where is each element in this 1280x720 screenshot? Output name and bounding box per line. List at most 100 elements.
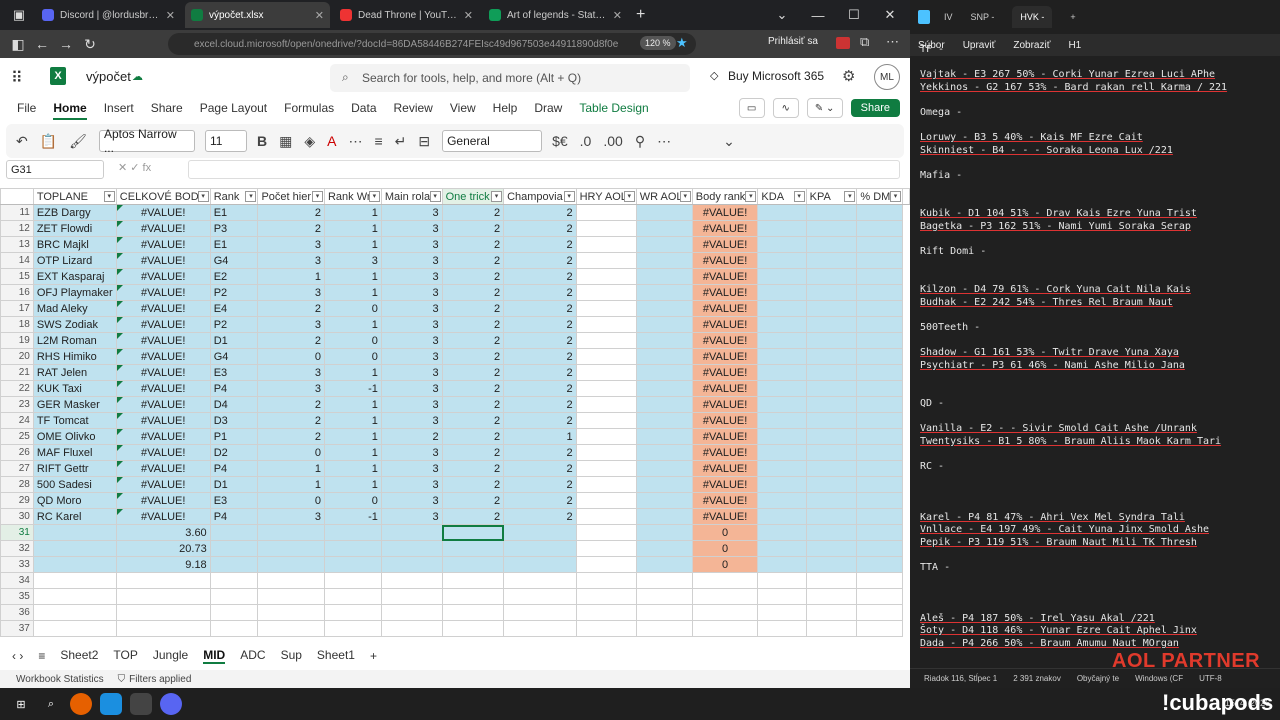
rank-wr-cell[interactable]: 1: [323, 412, 382, 429]
one-trick-cell[interactable]: 2: [441, 236, 505, 253]
rank-points-cell[interactable]: #VALUE!: [691, 316, 759, 333]
column-header[interactable]: Body rank ▾: [691, 188, 759, 205]
conditional-format-icon[interactable]: ⚲: [635, 133, 645, 150]
browser-tab[interactable]: výpočet.xlsx ✕: [185, 2, 330, 28]
fx-icon[interactable]: ✕ ✓ fx: [118, 161, 151, 174]
app-launcher-icon[interactable]: ⠿: [11, 68, 23, 88]
filter-dropdown-icon[interactable]: ▾: [844, 191, 856, 202]
row-number[interactable]: 26: [0, 444, 34, 461]
aol-games-cell[interactable]: [575, 396, 637, 413]
tab-search-icon[interactable]: ⌄: [764, 0, 800, 30]
cell[interactable]: [575, 604, 637, 621]
one-trick-cell[interactable]: 2: [441, 444, 505, 461]
rank-points-cell[interactable]: #VALUE!: [691, 236, 759, 253]
rank-points-cell[interactable]: #VALUE!: [691, 508, 759, 525]
games-count-cell[interactable]: 3: [257, 508, 325, 525]
reload-button[interactable]: ↻: [78, 32, 102, 56]
player-name-cell[interactable]: TF Tomcat: [32, 412, 117, 429]
main-role-cell[interactable]: 3: [380, 396, 443, 413]
aol-wr-cell[interactable]: [635, 316, 693, 333]
champions-cell[interactable]: 2: [503, 332, 577, 349]
rank-cell[interactable]: D1: [209, 476, 259, 493]
aol-wr-cell[interactable]: [635, 332, 693, 349]
cell[interactable]: [209, 620, 259, 637]
total-points-cell[interactable]: #VALUE!: [115, 300, 211, 317]
search-icon[interactable]: ⌕: [40, 693, 62, 715]
gear-icon[interactable]: ⚙: [842, 67, 855, 85]
cell[interactable]: [209, 524, 259, 541]
kda-cell[interactable]: [757, 204, 807, 221]
total-points-cell[interactable]: #VALUE!: [115, 252, 211, 269]
row-number[interactable]: 13: [0, 236, 34, 253]
aol-wr-cell[interactable]: [635, 364, 693, 381]
main-role-cell[interactable]: 3: [380, 508, 443, 525]
main-role-cell[interactable]: 2: [380, 428, 443, 445]
aol-games-cell[interactable]: [575, 220, 637, 237]
one-trick-cell[interactable]: 2: [441, 396, 505, 413]
champions-cell[interactable]: 2: [503, 348, 577, 365]
dmg-cell[interactable]: [856, 492, 903, 509]
cell[interactable]: [856, 620, 903, 637]
total-points-cell[interactable]: #VALUE!: [115, 380, 211, 397]
more-menu-icon[interactable]: ⋯: [886, 34, 899, 50]
new-tab-button[interactable]: +: [1070, 12, 1075, 22]
kpa-cell[interactable]: [805, 444, 858, 461]
main-role-cell[interactable]: 3: [380, 220, 443, 237]
row-number[interactable]: 31: [0, 524, 34, 541]
name-box[interactable]: G31: [6, 160, 104, 179]
browser-tab[interactable]: Discord | @lordusbrutus ✕: [36, 2, 181, 28]
aol-wr-cell[interactable]: [635, 284, 693, 301]
row-number[interactable]: 17: [0, 300, 34, 317]
player-name-cell[interactable]: Mad Aleky: [32, 300, 117, 317]
cell[interactable]: [757, 572, 807, 589]
cell[interactable]: [380, 540, 443, 557]
kda-cell[interactable]: [757, 476, 807, 493]
cell[interactable]: [257, 540, 325, 557]
dmg-cell[interactable]: [856, 396, 903, 413]
cell[interactable]: [575, 620, 637, 637]
dmg-cell[interactable]: [856, 428, 903, 445]
borders-icon[interactable]: ▦: [279, 133, 292, 150]
rank-cell[interactable]: E1: [209, 236, 259, 253]
cell[interactable]: [441, 556, 505, 573]
dmg-cell[interactable]: [856, 268, 903, 285]
row-number[interactable]: 12: [0, 220, 34, 237]
aol-games-cell[interactable]: [575, 300, 637, 317]
sheet-tab[interactable]: Jungle: [153, 648, 188, 664]
champions-cell[interactable]: 2: [503, 204, 577, 221]
champions-cell[interactable]: 2: [503, 284, 577, 301]
rank-wr-cell[interactable]: 1: [323, 316, 382, 333]
cell[interactable]: [380, 588, 443, 605]
dmg-cell[interactable]: [856, 380, 903, 397]
filter-dropdown-icon[interactable]: ▾: [745, 191, 757, 202]
cell[interactable]: [32, 620, 117, 637]
dmg-cell[interactable]: [856, 348, 903, 365]
row-number[interactable]: 37: [0, 620, 34, 637]
rank-wr-cell[interactable]: 3: [323, 252, 382, 269]
one-trick-cell[interactable]: 2: [441, 252, 505, 269]
champions-cell[interactable]: 2: [503, 268, 577, 285]
rank-points-cell[interactable]: #VALUE!: [691, 268, 759, 285]
kpa-cell[interactable]: [805, 204, 858, 221]
prev-sheet-icon[interactable]: ‹ ›: [12, 649, 23, 663]
cell[interactable]: [635, 572, 693, 589]
row-number[interactable]: 18: [0, 316, 34, 333]
champions-cell[interactable]: 2: [503, 252, 577, 269]
rank-cell[interactable]: E2: [209, 268, 259, 285]
main-role-cell[interactable]: 3: [380, 348, 443, 365]
row-number[interactable]: 29: [0, 492, 34, 509]
row-number[interactable]: 34: [0, 572, 34, 589]
rank-cell[interactable]: E4: [209, 300, 259, 317]
rank-wr-cell[interactable]: -1: [323, 380, 382, 397]
one-trick-cell[interactable]: 2: [441, 300, 505, 317]
row-number[interactable]: 35: [0, 588, 34, 605]
rank-cell[interactable]: P3: [209, 220, 259, 237]
filter-dropdown-icon[interactable]: ▾: [103, 191, 115, 202]
cell[interactable]: [32, 604, 117, 621]
aol-wr-cell[interactable]: [635, 428, 693, 445]
cell[interactable]: [575, 524, 637, 541]
discord-icon[interactable]: [160, 693, 182, 715]
kpa-cell[interactable]: [805, 476, 858, 493]
one-trick-cell[interactable]: 2: [441, 332, 505, 349]
cell[interactable]: [856, 604, 903, 621]
